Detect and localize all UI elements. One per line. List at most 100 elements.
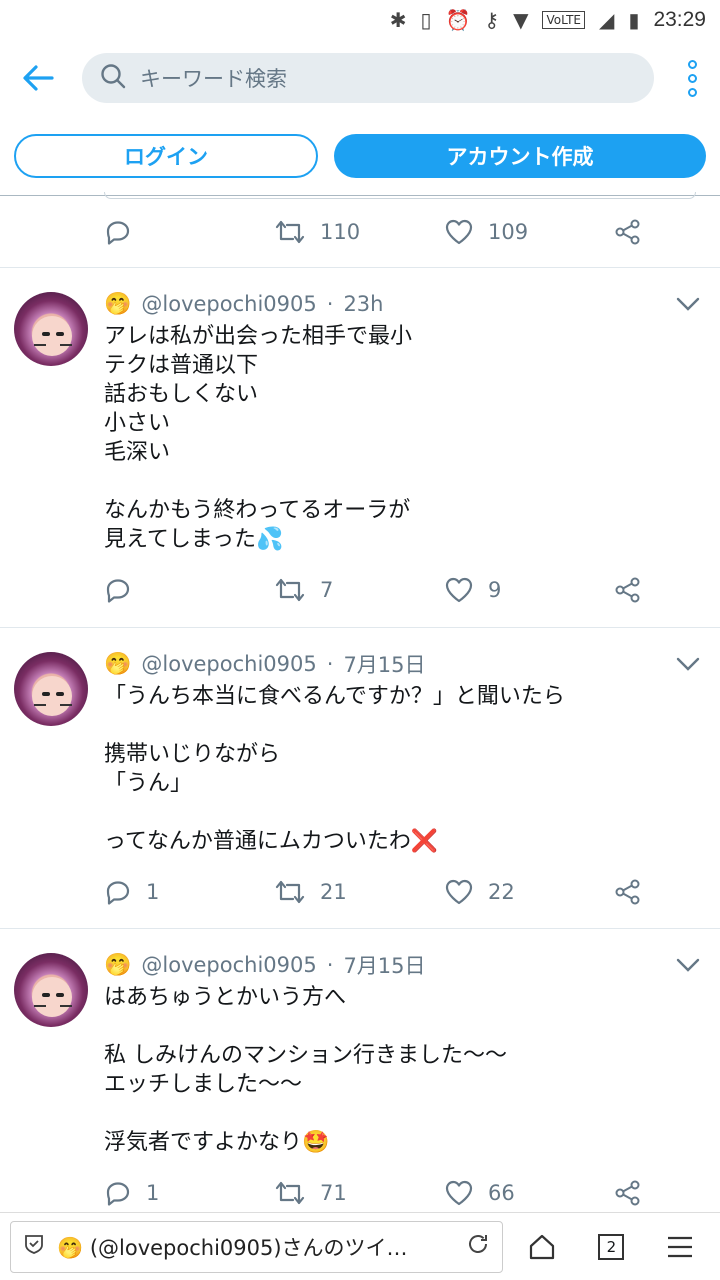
retweet-icon <box>275 880 305 904</box>
share-button[interactable] <box>614 576 642 604</box>
handle-emoji: 🤭 <box>104 651 132 677</box>
share-icon <box>615 879 640 905</box>
tweet-time[interactable]: 7月15日 <box>343 649 425 679</box>
share-icon <box>615 1180 640 1206</box>
retweet-count: 71 <box>320 1181 347 1205</box>
chevron-down-icon[interactable] <box>676 656 700 675</box>
avatar[interactable] <box>14 953 88 1027</box>
tweet[interactable]: 🤭 @lovepochi0905 · 23h アレは私が出会った相手で最小 テク… <box>0 268 720 628</box>
retweet-button[interactable]: 71 <box>274 1179 444 1207</box>
more-options-icon[interactable] <box>678 59 706 97</box>
like-button[interactable]: 9 <box>444 576 614 604</box>
share-button[interactable] <box>614 1179 642 1207</box>
retweet-count: 7 <box>320 578 334 602</box>
retweet-icon <box>275 578 305 602</box>
tweet-text: はあちゅうとかいう方へ 私 しみけんのマンション行きました〜〜 エッチしました〜… <box>104 985 507 1155</box>
retweet-button[interactable]: 110 <box>274 218 444 246</box>
alarm-icon: ⏰ <box>445 8 471 32</box>
reply-count: 1 <box>146 880 160 904</box>
partial-tweet: 110 109 <box>0 192 720 268</box>
chevron-down-icon[interactable] <box>676 296 700 315</box>
tweet-time[interactable]: 23h <box>343 292 383 316</box>
tweet[interactable]: 🤭 @lovepochi0905 · 7月15日 「うんち本当に食べるんですか？… <box>0 628 720 929</box>
tab-count: 2 <box>598 1233 625 1260</box>
reply-icon <box>106 220 130 245</box>
battery-icon: ▮ <box>628 8 640 32</box>
vibrate-icon: ▯ <box>420 8 432 32</box>
like-count: 22 <box>488 880 515 904</box>
handle-emoji: 🤭 <box>104 952 132 978</box>
signup-button[interactable]: アカウント作成 <box>334 133 706 178</box>
retweet-icon <box>275 220 305 243</box>
login-button[interactable]: ログイン <box>14 133 318 178</box>
retweet-icon <box>275 1181 305 1205</box>
reply-button[interactable] <box>104 576 274 604</box>
tweet-time[interactable]: 7月15日 <box>343 950 425 980</box>
bluetooth-icon: ✱ <box>389 8 407 32</box>
retweet-button[interactable]: 7 <box>274 576 444 604</box>
heart-icon <box>445 1180 473 1206</box>
home-icon[interactable] <box>513 1232 572 1262</box>
retweet-button[interactable]: 21 <box>274 878 444 906</box>
share-icon <box>615 219 640 244</box>
top-bar: キーワード検索 <box>0 40 720 116</box>
auth-bar: ログイン アカウント作成 <box>0 116 720 196</box>
retweet-count: 21 <box>320 880 347 904</box>
vpn-key-icon: ⚷ <box>484 8 500 32</box>
shield-check-icon[interactable] <box>23 1233 45 1260</box>
tweet-handle[interactable]: @lovepochi0905 <box>141 292 316 316</box>
tweet-header: 🤭 @lovepochi0905 · 7月15日 <box>104 648 696 680</box>
tweet-actions: 1 21 22 <box>104 872 696 912</box>
separator-dot: · <box>326 292 334 316</box>
heart-icon <box>445 879 473 905</box>
tweet[interactable]: 🤭 @lovepochi0905 · 7月15日 はあちゅうとかいう方へ 私 し… <box>0 929 720 1219</box>
tweet-header: 🤭 @lovepochi0905 · 23h <box>104 288 696 320</box>
like-count: 66 <box>488 1181 515 1205</box>
tweet-handle[interactable]: @lovepochi0905 <box>141 652 316 676</box>
tweet-actions: 7 9 <box>104 570 696 610</box>
avatar[interactable] <box>14 652 88 726</box>
retweet-count: 110 <box>320 219 361 244</box>
reply-button[interactable] <box>104 218 274 246</box>
reply-button[interactable]: 1 <box>104 1179 274 1207</box>
reply-count: 1 <box>146 1181 160 1205</box>
separator-dot: · <box>326 953 334 977</box>
like-button[interactable]: 22 <box>444 878 614 906</box>
wifi-icon: ▼ <box>513 8 529 32</box>
like-button[interactable]: 109 <box>444 218 614 246</box>
share-button[interactable] <box>614 218 642 246</box>
tweet-actions: 110 109 <box>104 212 642 252</box>
search-icon <box>100 63 126 93</box>
status-bar: ✱ ▯ ⏰ ⚷ ▼ VoLTE ◢ ▮ 23:29 <box>0 0 720 40</box>
share-icon <box>615 577 640 603</box>
like-button[interactable]: 66 <box>444 1179 614 1207</box>
menu-icon[interactable] <box>651 1235 710 1259</box>
separator-dot: · <box>326 652 334 676</box>
heart-icon <box>445 577 473 603</box>
reply-icon <box>106 881 130 905</box>
address-bar[interactable]: 🤭 (@lovepochi0905)さんのツイ… <box>10 1220 503 1273</box>
back-arrow-icon[interactable] <box>14 54 62 102</box>
reload-icon[interactable] <box>466 1232 490 1261</box>
search-input[interactable]: キーワード検索 <box>82 53 654 103</box>
signal-icon: ◢ <box>599 8 615 32</box>
like-count: 9 <box>488 578 502 602</box>
avatar[interactable] <box>14 292 88 366</box>
like-count: 109 <box>488 219 529 244</box>
tweet-header: 🤭 @lovepochi0905 · 7月15日 <box>104 949 696 981</box>
heart-icon <box>445 219 473 244</box>
reply-button[interactable]: 1 <box>104 878 274 906</box>
reply-icon <box>106 1182 130 1206</box>
tweet-handle[interactable]: @lovepochi0905 <box>141 953 316 977</box>
page-title: 🤭 (@lovepochi0905)さんのツイ… <box>57 1235 408 1260</box>
handle-emoji: 🤭 <box>104 291 132 317</box>
tweet-text: 「うんち本当に食べるんですか？」と聞いたら 携帯いじりながら 「うん」 ってなん… <box>104 684 565 854</box>
tweet-actions: 1 71 66 <box>104 1173 696 1213</box>
tabs-button[interactable]: 2 <box>582 1233 641 1260</box>
share-button[interactable] <box>614 878 642 906</box>
browser-bottom-bar: 🤭 (@lovepochi0905)さんのツイ… 2 <box>0 1212 720 1280</box>
tweet-text: アレは私が出会った相手で最小 テクは普通以下 話おもしくない 小さい 毛深い な… <box>104 324 413 552</box>
reply-icon <box>106 579 130 603</box>
chevron-down-icon[interactable] <box>676 957 700 976</box>
search-placeholder: キーワード検索 <box>140 67 287 91</box>
